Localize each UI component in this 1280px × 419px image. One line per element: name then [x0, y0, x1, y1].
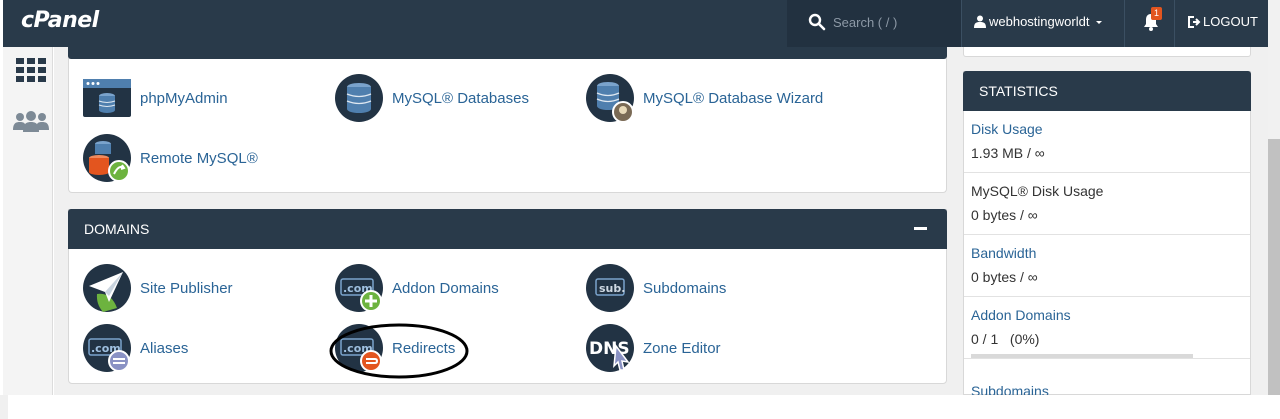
remote-mysql-icon	[83, 134, 131, 182]
divider	[961, 0, 962, 47]
stat-bandwidth-value: 0 bytes / ∞	[971, 269, 1038, 285]
zone-editor-link[interactable]: DNS Zone Editor	[586, 324, 721, 372]
logout-icon	[1188, 15, 1201, 28]
remote-mysql-label: Remote MySQL®	[140, 149, 258, 167]
user-icon	[974, 15, 986, 28]
addon-domains-icon: .com	[335, 264, 383, 312]
zone-editor-label: Zone Editor	[643, 339, 721, 357]
site-publisher-icon	[83, 264, 131, 312]
bottom-strip	[0, 395, 1280, 419]
user-menu[interactable]: webhostingworldt	[974, 14, 1106, 29]
stat-mysql-disk-usage-label: MySQL® Disk Usage	[971, 183, 1104, 199]
phpmyadmin-label: phpMyAdmin	[140, 89, 228, 107]
divider	[1124, 0, 1125, 47]
divider	[1174, 0, 1175, 47]
search-input[interactable]: Search ( / )	[833, 15, 897, 30]
search-icon[interactable]	[808, 13, 826, 31]
addon-domains-link[interactable]: .com Addon Domains	[335, 264, 499, 312]
users-icon[interactable]	[13, 110, 49, 132]
domains-title: DOMAINS	[84, 221, 150, 237]
account-panel	[963, 47, 1251, 57]
scrollbar-thumb[interactable]	[1268, 139, 1280, 395]
statistics-title: STATISTICS	[979, 83, 1058, 99]
aliases-icon: .com	[83, 324, 131, 372]
remote-mysql-link[interactable]: Remote MySQL®	[83, 134, 258, 182]
subdomains-icon: sub.	[586, 264, 634, 312]
cpanel-logo[interactable]: cPanel	[21, 8, 99, 33]
domains-panel-header[interactable]	[68, 209, 947, 249]
stat-mysql-disk-usage-value: 0 bytes / ∞	[971, 207, 1038, 223]
apps-grid-icon[interactable]	[16, 58, 46, 84]
addon-domains-label: Addon Domains	[392, 279, 499, 297]
phpmyadmin-icon	[83, 74, 131, 122]
stat-bandwidth: Bandwidth 0 bytes / ∞	[964, 235, 1250, 297]
subdomains-link[interactable]: sub. Subdomains	[586, 264, 726, 312]
mysql-databases-label: MySQL® Databases	[392, 89, 529, 107]
aliases-label: Aliases	[140, 339, 189, 357]
stat-bandwidth-label[interactable]: Bandwidth	[971, 245, 1036, 261]
stat-addon-domains-value: 0 / 1 (0%)	[971, 331, 1040, 347]
stat-mysql-disk-usage: MySQL® Disk Usage 0 bytes / ∞	[964, 173, 1250, 235]
phpmyadmin-link[interactable]: phpMyAdmin	[83, 74, 228, 122]
username-label: webhostingworldt	[989, 14, 1090, 29]
site-publisher-label: Site Publisher	[140, 279, 233, 297]
caret-down-icon	[1096, 20, 1103, 24]
mysql-wizard-icon	[586, 74, 634, 123]
hand-drawn-highlight-ellipse	[329, 323, 469, 379]
aliases-link[interactable]: .com Aliases	[83, 324, 188, 372]
stat-addon-domains-label[interactable]: Addon Domains	[971, 307, 1071, 323]
mysql-wizard-label: MySQL® Database Wizard	[643, 89, 824, 107]
site-publisher-link[interactable]: Site Publisher	[83, 264, 233, 312]
notification-badge: 1	[1151, 7, 1163, 20]
logout-button[interactable]: LOGOUT	[1188, 14, 1258, 29]
stat-disk-usage-label[interactable]: Disk Usage	[971, 121, 1043, 137]
mysql-wizard-link[interactable]: MySQL® Database Wizard	[586, 74, 824, 123]
mysql-databases-link[interactable]: MySQL® Databases	[335, 74, 529, 122]
subdomains-label: Subdomains	[643, 279, 727, 297]
stat-addon-domains: Addon Domains 0 / 1 (0%)	[964, 297, 1250, 359]
databases-panel-header	[68, 47, 947, 59]
left-edge	[0, 395, 8, 419]
logout-label: LOGOUT	[1203, 14, 1258, 29]
stat-disk-usage: Disk Usage 1.93 MB / ∞	[964, 111, 1250, 173]
left-sidebar	[3, 47, 53, 395]
zone-editor-icon: DNS	[586, 324, 634, 372]
mysql-databases-icon	[335, 74, 383, 122]
sub-text: sub.	[599, 282, 625, 295]
addon-domains-progress-bar	[971, 354, 1193, 358]
collapse-icon[interactable]	[914, 227, 927, 230]
stat-disk-usage-value: 1.93 MB / ∞	[971, 145, 1045, 161]
